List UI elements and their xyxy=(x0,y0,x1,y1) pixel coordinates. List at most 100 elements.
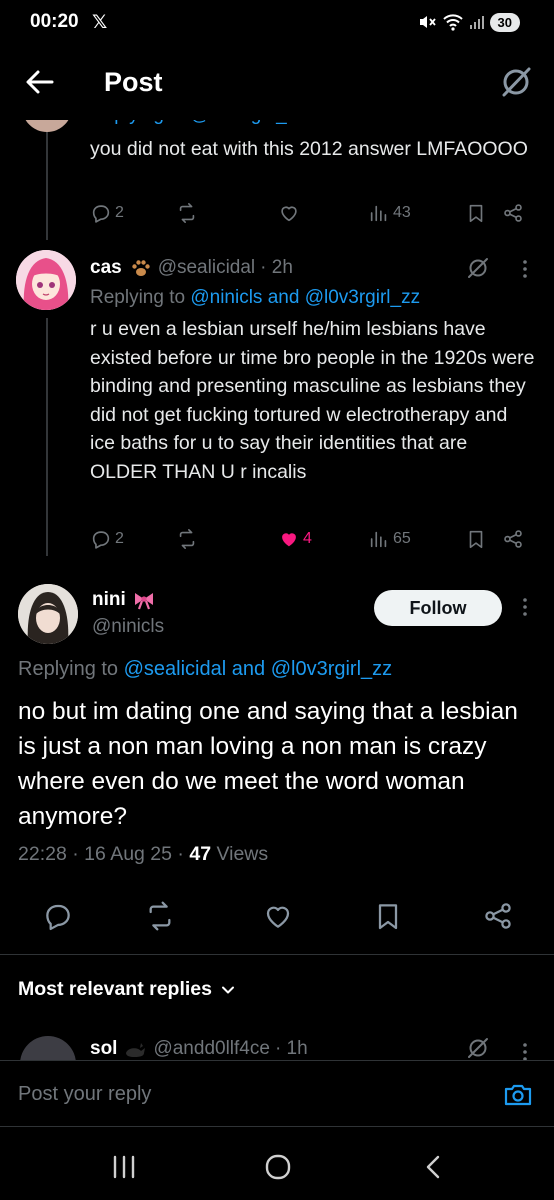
reply2-header: cas @sealicidal · 2h xyxy=(90,257,293,279)
views-button[interactable]: 65 xyxy=(368,528,411,550)
views-count: 43 xyxy=(393,204,411,221)
grok-icon[interactable] xyxy=(498,64,534,100)
bookmark-icon xyxy=(469,204,483,223)
reply2-display-name[interactable]: cas xyxy=(90,257,122,279)
reply3-grok-icon[interactable] xyxy=(466,1036,490,1060)
system-nav-bar xyxy=(0,1126,554,1200)
reply2-actions: 2 4 65 xyxy=(90,528,530,558)
follow-button[interactable]: Follow xyxy=(374,590,502,626)
paw-emoji-icon xyxy=(132,260,150,276)
repost-button[interactable] xyxy=(176,528,198,550)
ribbon-emoji-icon xyxy=(134,593,153,610)
reply2-avatar[interactable] xyxy=(16,250,76,310)
thread-line xyxy=(46,120,48,240)
reply-button[interactable]: 2 xyxy=(90,528,124,550)
reply2-handle[interactable]: @sealicidal xyxy=(158,257,255,279)
bookmark-icon xyxy=(469,530,483,549)
mention-link[interactable]: @l0v3rgirl_zz xyxy=(271,658,392,680)
like-icon xyxy=(281,206,297,222)
views-label: Views xyxy=(216,843,269,865)
reply-count: 2 xyxy=(115,530,124,547)
recents-icon[interactable] xyxy=(108,1153,140,1181)
top-header: Post xyxy=(0,50,554,120)
main-post-handle[interactable]: @ninicls xyxy=(92,616,164,638)
status-icons: 30 xyxy=(417,12,520,32)
main-post-meta: 22:28 · 16 Aug 25 · 47 Views xyxy=(18,843,269,865)
main-post-more-icon[interactable] xyxy=(517,595,533,619)
reply1-text: you did not eat with this 2012 answer LM… xyxy=(90,138,528,160)
replying-label: Replying to xyxy=(18,658,119,680)
reply3-header: sol @andd0llf4ce · 1h xyxy=(90,1038,450,1060)
status-bar: 00:20 𝕏 30 xyxy=(0,0,554,44)
reply-input[interactable] xyxy=(18,1079,458,1109)
chevron-down-icon xyxy=(222,986,234,993)
reply2-replying-to: Replying to @ninicls and @l0v3rgirl_zz xyxy=(90,287,420,309)
mention-link[interactable]: @ninicls xyxy=(190,287,262,308)
mention-link[interactable]: @sealicidal xyxy=(124,658,227,680)
share-icon xyxy=(504,204,522,222)
replying-label: Replying to xyxy=(90,287,186,308)
bookmark-button[interactable] xyxy=(465,528,487,550)
like-icon[interactable] xyxy=(262,900,294,932)
views-icon xyxy=(370,531,387,548)
share-icon xyxy=(504,530,522,548)
reply3-display-name[interactable]: sol xyxy=(90,1038,117,1060)
views-count: 47 xyxy=(189,843,212,865)
reply3-more-icon[interactable] xyxy=(517,1040,533,1060)
reply2-more-icon[interactable] xyxy=(517,257,533,281)
reply3-handle[interactable]: @andd0llf4ce xyxy=(153,1038,269,1060)
bookmark-icon[interactable] xyxy=(372,900,404,932)
reply2-text: r u even a lesbian urself he/him lesbian… xyxy=(90,318,535,483)
bookmark-button[interactable] xyxy=(465,202,487,224)
share-icon[interactable] xyxy=(482,900,514,932)
like-button[interactable] xyxy=(278,202,300,224)
share-button[interactable] xyxy=(502,202,524,224)
repost-icon xyxy=(179,529,195,549)
reply-icon xyxy=(92,205,110,223)
main-post-text: no but im dating one and saying that a l… xyxy=(18,698,518,830)
reply-button[interactable]: 2 xyxy=(90,202,124,224)
reply2-time: · 2h xyxy=(260,257,293,278)
back-arrow-icon[interactable] xyxy=(22,64,58,100)
like-count: 4 xyxy=(303,530,312,547)
reply3-avatar[interactable] xyxy=(20,1036,76,1060)
views-count: 65 xyxy=(393,530,411,547)
home-icon[interactable] xyxy=(262,1153,294,1181)
back-nav-icon[interactable] xyxy=(418,1153,450,1181)
mention-and: and xyxy=(267,287,300,308)
reply-composer xyxy=(0,1060,554,1126)
mention-link[interactable]: @l0v3rgirl_zz xyxy=(305,287,420,308)
display-name-text: nini xyxy=(92,589,126,610)
reply-icon[interactable] xyxy=(42,900,74,932)
post-date[interactable]: 16 Aug 25 xyxy=(84,843,172,865)
repost-button[interactable] xyxy=(176,202,198,224)
signal-icon xyxy=(469,16,484,29)
camera-icon[interactable] xyxy=(502,1079,534,1111)
mention-and: and xyxy=(231,658,266,680)
main-post-avatar[interactable] xyxy=(18,584,78,644)
thread-line xyxy=(46,318,48,556)
like-filled-icon xyxy=(282,533,296,547)
main-post-actions xyxy=(0,900,554,940)
main-post-display-name[interactable]: nini xyxy=(92,589,156,611)
mute-icon xyxy=(419,16,436,28)
x-notification-icon: 𝕏 xyxy=(92,12,108,33)
views-button[interactable]: 43 xyxy=(368,202,411,224)
repost-icon[interactable] xyxy=(144,900,176,932)
reply2-grok-icon[interactable] xyxy=(466,256,490,280)
battery-indicator: 30 xyxy=(489,12,520,32)
repost-icon xyxy=(179,203,195,223)
reply-count: 2 xyxy=(115,204,124,221)
views-icon xyxy=(370,205,387,222)
divider xyxy=(0,954,554,955)
replies-sort-dropdown[interactable]: Most relevant replies xyxy=(18,978,236,1001)
post-time[interactable]: 22:28 xyxy=(18,843,67,865)
page-title: Post xyxy=(104,67,163,97)
sort-label: Most relevant replies xyxy=(18,978,212,1000)
share-button[interactable] xyxy=(502,528,524,550)
like-button[interactable]: 4 xyxy=(278,528,312,550)
main-post-replying-to: Replying to @sealicidal and @l0v3rgirl_z… xyxy=(18,658,392,681)
status-time: 00:20 xyxy=(30,11,79,32)
wifi-icon xyxy=(442,14,463,31)
reply3-time: · 1h xyxy=(274,1038,308,1059)
